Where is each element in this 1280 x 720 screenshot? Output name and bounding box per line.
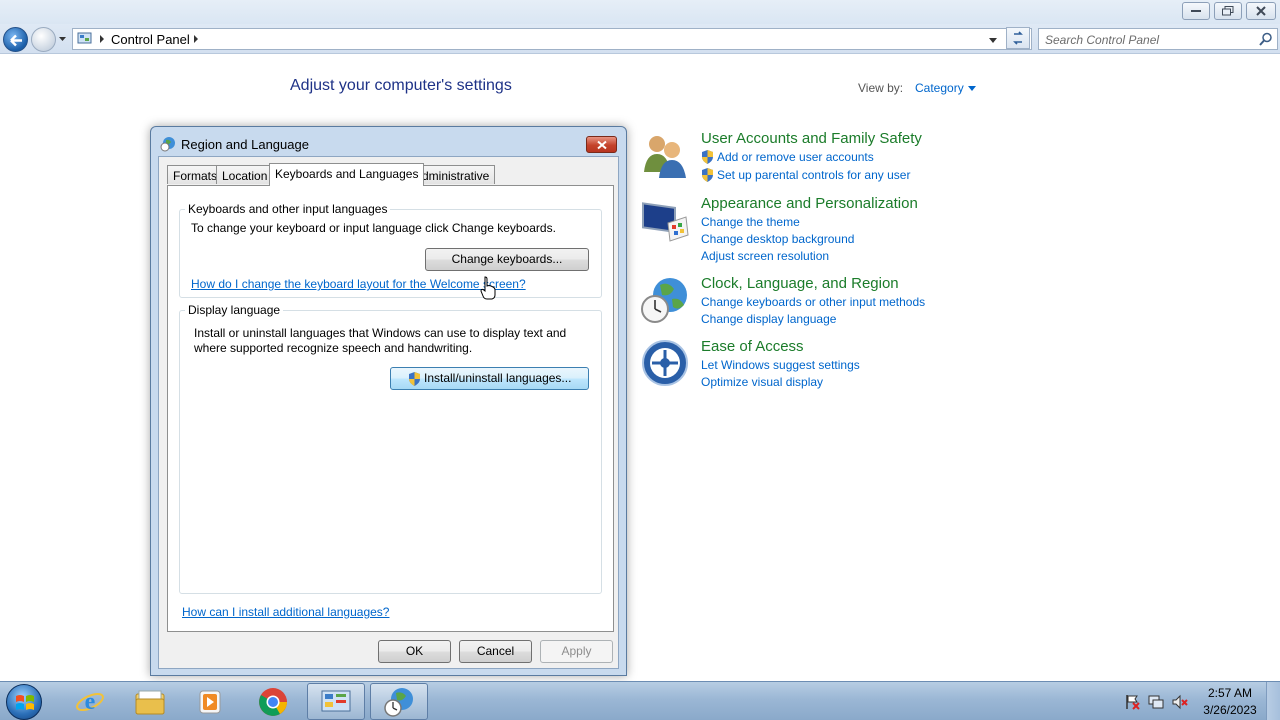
- navigation-bar: Control Panel: [0, 24, 1280, 54]
- category-clock-language-region: Clock, Language, and Region Change keybo…: [640, 275, 1060, 331]
- windows-explorer-icon: [135, 690, 165, 714]
- address-dropdown-icon[interactable]: [987, 34, 999, 46]
- refresh-icon: [1013, 31, 1023, 45]
- chevron-down-icon[interactable]: [968, 86, 976, 91]
- show-desktop-button[interactable]: [1266, 682, 1280, 720]
- region-language-dialog: Region and Language Formats Location Key…: [150, 126, 627, 676]
- restore-button[interactable]: [1214, 2, 1242, 20]
- ease-of-access-icon[interactable]: [640, 338, 690, 388]
- link-change-keyboards[interactable]: Change keyboards or other input methods: [701, 295, 925, 309]
- breadcrumb-arrow-icon[interactable]: [193, 34, 199, 44]
- search-icon[interactable]: [1259, 32, 1273, 46]
- tab-panel: Keyboards and other input languages To c…: [167, 185, 614, 632]
- users-icon[interactable]: [640, 130, 690, 180]
- breadcrumb-arrow-icon[interactable]: [99, 34, 105, 44]
- address-bar[interactable]: Control Panel: [72, 28, 1032, 50]
- restore-icon: [1222, 6, 1234, 16]
- search-input[interactable]: [1045, 31, 1255, 48]
- chevron-down-icon[interactable]: [58, 34, 68, 44]
- welcome-screen-keyboard-link[interactable]: How do I change the keyboard layout for …: [191, 277, 526, 291]
- category-appearance: Appearance and Personalization Change th…: [640, 195, 1060, 265]
- view-by-dropdown[interactable]: Category: [915, 81, 964, 95]
- chrome-icon: [259, 687, 287, 716]
- taskbar-region-language[interactable]: [370, 683, 428, 720]
- window-titlebar: [0, 0, 1280, 24]
- link-optimize-visual-display[interactable]: Optimize visual display: [701, 375, 823, 389]
- media-player-icon: [199, 690, 221, 713]
- keyboards-description: To change your keyboard or input languag…: [191, 221, 556, 235]
- minimize-icon: [1191, 10, 1201, 12]
- control-panel-icon: [321, 690, 351, 711]
- page-title: Adjust your computer's settings: [290, 77, 512, 94]
- tab-formats[interactable]: Formats: [167, 165, 224, 184]
- tab-location[interactable]: Location: [216, 165, 274, 184]
- display-language-description-line2: where supported recognize speech and han…: [194, 341, 473, 355]
- link-parental-controls[interactable]: Set up parental controls for any user: [717, 168, 910, 182]
- clock-globe-icon[interactable]: [640, 275, 690, 325]
- keyboards-group-label: Keyboards and other input languages: [185, 202, 391, 216]
- apply-button[interactable]: Apply: [540, 640, 613, 663]
- display-language-description-line1: Install or uninstall languages that Wind…: [194, 326, 567, 340]
- shield-icon: [702, 150, 713, 164]
- link-add-remove-user-accounts[interactable]: Add or remove user accounts: [717, 150, 874, 164]
- category-user-accounts: User Accounts and Family Safety Add or r…: [640, 130, 1060, 182]
- internet-explorer-icon: e: [76, 689, 104, 715]
- link-change-desktop-background[interactable]: Change desktop background: [701, 232, 854, 246]
- clock-time[interactable]: 2:57 AM: [1200, 686, 1260, 700]
- category-ease-of-access: Ease of Access Let Windows suggest setti…: [640, 338, 1060, 394]
- category-title-clock-language-region[interactable]: Clock, Language, and Region: [701, 275, 899, 292]
- shield-icon: [702, 168, 713, 182]
- forward-button[interactable]: [31, 27, 56, 52]
- link-adjust-screen-resolution[interactable]: Adjust screen resolution: [701, 249, 829, 263]
- back-button[interactable]: [3, 27, 28, 52]
- refresh-button[interactable]: [1006, 27, 1030, 49]
- view-by-label: View by:: [858, 81, 904, 95]
- minimize-button[interactable]: [1182, 2, 1210, 20]
- windows-logo-icon: [16, 695, 34, 710]
- taskbar-control-panel[interactable]: [307, 683, 365, 720]
- search-box[interactable]: [1038, 28, 1278, 50]
- dialog-body: Formats Location Keyboards and Languages…: [158, 156, 619, 669]
- taskbar-chrome[interactable]: [244, 683, 302, 720]
- change-keyboards-button[interactable]: Change keyboards...: [425, 248, 589, 271]
- install-additional-languages-link[interactable]: How can I install additional languages?: [182, 605, 389, 619]
- category-title-appearance[interactable]: Appearance and Personalization: [701, 195, 918, 212]
- taskbar-windows-explorer[interactable]: [121, 683, 179, 720]
- tab-keyboards-and-languages[interactable]: Keyboards and Languages: [269, 163, 425, 186]
- shield-icon: [409, 372, 420, 386]
- network-icon[interactable]: [1148, 694, 1164, 710]
- clock-date[interactable]: 3/26/2023: [1198, 703, 1262, 717]
- link-change-display-language[interactable]: Change display language: [701, 312, 836, 326]
- monitor-palette-icon[interactable]: [640, 195, 690, 245]
- breadcrumb-control-panel[interactable]: Control Panel: [111, 32, 190, 47]
- ok-button[interactable]: OK: [378, 640, 451, 663]
- back-arrow-icon: [10, 34, 22, 47]
- control-panel-icon: [77, 32, 92, 44]
- dialog-close-button[interactable]: [586, 136, 617, 153]
- volume-muted-icon[interactable]: [1172, 694, 1188, 710]
- region-language-icon: [160, 137, 175, 152]
- taskbar-media-player[interactable]: [181, 683, 239, 720]
- close-icon: [596, 140, 607, 149]
- hand-cursor-icon: [480, 276, 496, 300]
- action-center-icon[interactable]: [1124, 694, 1140, 710]
- cancel-button[interactable]: Cancel: [459, 640, 532, 663]
- dialog-title: Region and Language: [181, 137, 309, 152]
- taskbar: e: [0, 681, 1280, 720]
- install-uninstall-languages-button[interactable]: Install/uninstall languages...: [390, 367, 589, 390]
- region-language-icon: [384, 687, 413, 717]
- link-change-theme[interactable]: Change the theme: [701, 215, 800, 229]
- display-language-group-label: Display language: [185, 303, 284, 317]
- category-title-ease-of-access[interactable]: Ease of Access: [701, 338, 804, 355]
- start-button[interactable]: [6, 684, 42, 720]
- close-icon: [1256, 6, 1266, 16]
- install-uninstall-languages-label: Install/uninstall languages...: [424, 371, 572, 385]
- taskbar-internet-explorer[interactable]: e: [61, 683, 119, 720]
- category-title-user-accounts[interactable]: User Accounts and Family Safety: [701, 130, 922, 147]
- link-let-windows-suggest-settings[interactable]: Let Windows suggest settings: [701, 358, 860, 372]
- svg-text:e: e: [85, 689, 96, 715]
- close-button[interactable]: [1246, 2, 1276, 20]
